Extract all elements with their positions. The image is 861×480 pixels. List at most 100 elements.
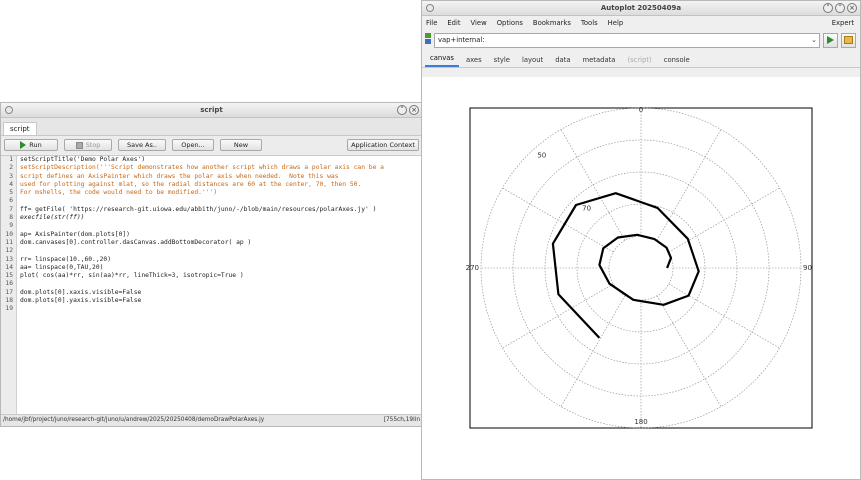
code-line: dom.canvases[0].controller.dasCanvas.add… (20, 238, 252, 246)
close-icon[interactable]: × (847, 3, 857, 13)
script-tabs: script (1, 118, 422, 136)
line-number: 19 (5, 305, 13, 313)
menu-bar: File Edit View Options Bookmarks Tools Help Exp… (422, 16, 860, 29)
maximize-icon[interactable]: ˄ (835, 3, 845, 13)
menu-tools[interactable]: Tools (581, 19, 598, 27)
code-line: plot( cos(aa)*rr, sin(aa)*rr, lineThick=… (20, 272, 244, 280)
tab-metadata[interactable]: metadata (578, 54, 621, 67)
bookmark-button[interactable] (841, 32, 856, 48)
go-button[interactable] (823, 32, 838, 48)
script-window-title: script (200, 106, 223, 114)
code-line: setScriptTitle('Demo Polar Axes') (20, 156, 146, 163)
line-number: 7 (9, 205, 13, 213)
polar-grid-spoke (656, 295, 722, 407)
data-source-icon (425, 33, 431, 47)
line-number-gutter: 1 2 3 4 5 6 7 8 9 10 11 12 13 14 15 16 17 18 19 (1, 156, 17, 414)
plot-canvas[interactable]: 0 270 90 180 50 70 (422, 77, 860, 479)
line-number: 16 (5, 280, 13, 288)
polar-grid-spoke (502, 187, 614, 253)
menu-bookmarks[interactable]: Bookmarks (533, 19, 571, 27)
polar-label-ring50: 50 (537, 152, 546, 160)
menu-file[interactable]: File (426, 19, 437, 27)
line-number: 6 (9, 197, 13, 205)
menu-view[interactable]: View (471, 19, 487, 27)
tab-layout[interactable]: layout (517, 54, 548, 67)
polar-label-bottom: 180 (634, 418, 647, 426)
polar-label-ring70: 70 (582, 204, 591, 212)
line-number: 10 (5, 230, 13, 238)
code-line: rr= linspace(10.,60.,20) (20, 255, 111, 263)
polar-label-left: 270 (466, 264, 479, 272)
save-as-button[interactable]: Save As.. (118, 139, 166, 151)
minimize-icon[interactable]: ˅ (397, 105, 407, 115)
code-line: ff= getFile( 'https://research-git.uiowa… (20, 205, 377, 213)
polar-grid-ring (544, 171, 738, 365)
script-window: script ˅ × script Run Stop Save As.. Ope… (0, 102, 423, 427)
line-number: 11 (5, 238, 13, 246)
url-field[interactable]: vap+internal: ⌄ (434, 32, 820, 48)
script-titlebar: script ˅ × (1, 103, 422, 118)
window-menu-icon[interactable] (5, 106, 13, 114)
polar-grid-spoke (668, 283, 780, 349)
line-number: 17 (5, 288, 13, 296)
window-menu-icon[interactable] (426, 4, 434, 12)
autoplot-tabs: canvas axes style layout data metadata (script… (422, 51, 860, 68)
line-number: 1 (9, 156, 13, 163)
tab-canvas[interactable]: canvas (425, 52, 459, 67)
polar-grid-ring (480, 107, 802, 429)
line-number: 2 (9, 164, 13, 172)
line-number: 13 (5, 255, 13, 263)
code-line: dom.plots[0].xaxis.visible=False (20, 288, 142, 296)
line-number: 15 (5, 272, 13, 280)
polar-label-top: 0 (639, 106, 643, 114)
script-toolbar: Run Stop Save As.. Open... New Applicati… (1, 136, 422, 154)
code-line: script defines an AxisPainter which draw… (20, 172, 339, 180)
polar-grid-spoke (560, 295, 626, 407)
line-number: 14 (5, 263, 13, 271)
line-number: 4 (9, 180, 13, 188)
autoplot-window: Autoplot 20250409a ˅ ˄ × File Edit View Opt… (421, 0, 861, 480)
play-icon (827, 36, 834, 44)
line-number: 12 (5, 247, 13, 255)
run-button[interactable]: Run (4, 139, 58, 151)
chevron-down-icon[interactable]: ⌄ (811, 34, 817, 47)
close-icon[interactable]: × (409, 105, 419, 115)
url-row: vap+internal: ⌄ (422, 29, 860, 51)
status-file-path: /home/jbf/project/juno/research-git/juno… (3, 417, 265, 423)
code-line: ap= AxisPainter(dom.plots[0]) (20, 230, 130, 238)
tab-style[interactable]: style (489, 54, 515, 67)
tab-axes[interactable]: axes (461, 54, 487, 67)
run-label: Run (29, 140, 42, 149)
menu-options[interactable]: Options (497, 19, 523, 27)
code-line: aa= linspace(0,TAU,20) (20, 263, 104, 271)
application-context-select[interactable]: Application Context (347, 139, 419, 151)
open-button[interactable]: Open... (172, 139, 214, 151)
status-bar: /home/jbf/project/juno/research-git/juno… (1, 414, 422, 426)
polar-grid-spoke (656, 129, 722, 241)
tab-data[interactable]: data (550, 54, 575, 67)
line-number: 8 (9, 214, 13, 222)
code-area[interactable]: setScriptTitle('Demo Polar Axes') setScri… (20, 156, 422, 314)
tab-script[interactable]: (script) (622, 54, 656, 67)
tab-console[interactable]: console (659, 54, 695, 67)
expert-menu[interactable]: Expert (832, 19, 854, 27)
autoplot-window-title: Autoplot 20250409a (600, 4, 682, 12)
autoplot-titlebar: Autoplot 20250409a ˅ ˄ × (422, 1, 860, 16)
polar-plot: 0 270 90 180 50 70 (466, 106, 813, 429)
stop-icon (75, 141, 83, 149)
code-line: used for plotting against mlat, so the r… (20, 180, 362, 188)
menu-help[interactable]: Help (608, 19, 624, 27)
new-button[interactable]: New (220, 139, 262, 151)
line-number: 18 (5, 297, 13, 305)
code-line: dom.plots[0].yaxis.visible=False (20, 297, 142, 305)
stop-button[interactable]: Stop (64, 139, 112, 151)
code-line: For mshells, the code would need to be m… (20, 189, 218, 197)
tab-script[interactable]: script (3, 122, 37, 135)
polar-grid-spoke (668, 187, 780, 253)
menu-edit[interactable]: Edit (447, 19, 460, 27)
minimize-icon[interactable]: ˅ (823, 3, 833, 13)
code-editor[interactable]: 1 2 3 4 5 6 7 8 9 10 11 12 13 14 15 16 17 18 19 setScriptT… (1, 155, 422, 414)
